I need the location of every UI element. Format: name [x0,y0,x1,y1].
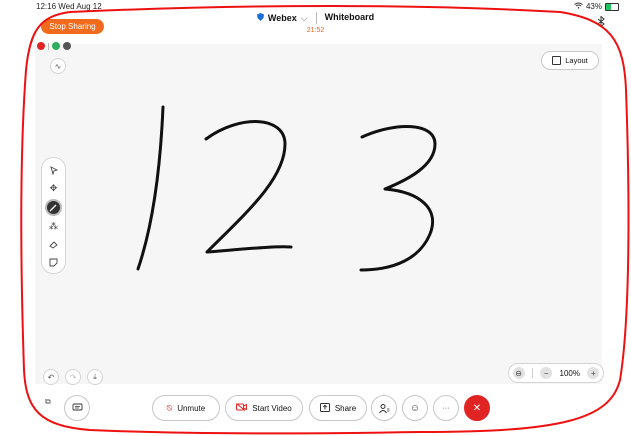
undo-icon[interactable]: ↶ [43,369,59,385]
mic-muted-icon: ⍉ [166,402,173,413]
layout-label: Layout [565,56,588,65]
video-off-icon [236,403,248,413]
battery-icon [605,2,619,11]
start-video-button[interactable]: Start Video [225,395,303,421]
zoom-level: 100% [559,368,580,378]
share-label: Share [334,403,357,413]
reactions-icon[interactable]: ☺ [402,395,428,421]
wifi-icon [574,2,583,11]
magic-wand-icon[interactable]: ⁂ [46,219,61,234]
sticky-note-icon[interactable] [46,255,61,270]
zoom-divider [531,368,533,378]
participant-indicators [37,42,71,50]
meeting-controls: ⧉ ⍉ Unmute Start Video Share ☺ ··· ✕ [0,395,631,421]
select-pointer-icon[interactable] [46,163,61,178]
layout-button[interactable]: Layout [541,51,599,70]
chevron-down-icon: ⌵ [300,12,308,23]
zoom-out-button[interactable]: − [540,367,553,379]
start-video-label: Start Video [252,403,292,413]
webex-switcher[interactable]: Webex ⌵ [256,12,308,24]
share-screen-icon [319,402,330,414]
battery-percent: 43% [585,2,602,11]
fit-screen-icon[interactable]: ⊖ [512,367,525,379]
end-call-button[interactable]: ✕ [464,395,490,421]
shield-icon [256,13,264,23]
bluetooth-icon [597,14,605,32]
download-icon[interactable]: ⤓ [87,369,103,385]
annotate-icon[interactable]: ∿ [50,58,66,74]
whiteboard-canvas[interactable]: 123 [35,44,602,384]
drawing-toolbar: ✥ ⁂ [41,157,66,274]
eraser-icon[interactable] [46,237,61,252]
move-icon[interactable]: ✥ [46,181,61,196]
share-button[interactable]: Share [309,395,367,421]
status-icons: 43% [574,2,619,11]
external-window-icon[interactable]: ⧉ [45,397,51,407]
participant-green-icon [52,42,60,50]
redo-icon[interactable]: ↷ [65,369,81,385]
unmute-label: Unmute [177,403,206,413]
header-divider [315,12,317,24]
unmute-button[interactable]: ⍉ Unmute [152,395,220,421]
alert-dot-icon [37,42,45,50]
zoom-in-button[interactable]: + [587,367,600,379]
meeting-timer: 21:52 [306,27,325,34]
pen-icon[interactable] [45,199,62,216]
zoom-control: ⊖ − 100% + [508,363,604,383]
page-title: Whiteboard [324,12,375,22]
brand-label: Webex [267,13,297,23]
participants-icon[interactable] [371,395,397,421]
chat-icon[interactable] [64,395,90,421]
status-time-date: 12:16 Wed Aug 12 [36,2,102,11]
more-options-button[interactable]: ··· [433,395,459,421]
indicator-divider [48,42,49,50]
participant-gray-icon [63,42,71,50]
header: Webex ⌵ Whiteboard [0,12,631,24]
layout-icon [552,56,562,65]
whiteboard-drawing: 123 [136,105,437,272]
